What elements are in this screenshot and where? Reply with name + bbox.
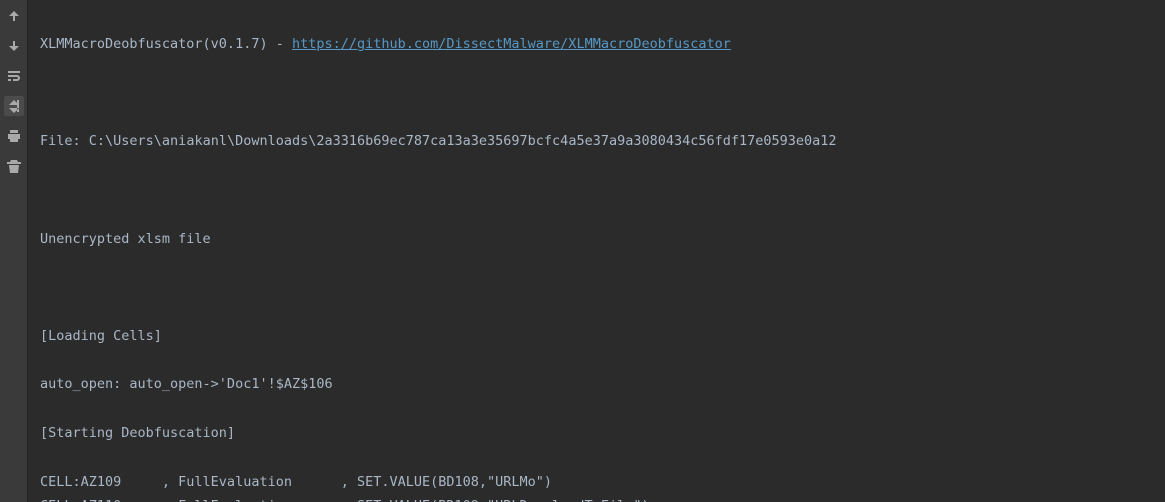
unencrypted-line: Unencrypted xlsm file <box>40 227 1153 251</box>
arrow-down-icon[interactable] <box>4 36 24 56</box>
print-icon[interactable] <box>4 126 24 146</box>
loading-line: [Loading Cells] <box>40 324 1153 348</box>
output-row: CELL:AZ110 , FullEvaluation , SET.VALUE(… <box>40 494 1153 502</box>
console-output: XLMMacroDeobfuscator(v0.1.7) - https://g… <box>28 0 1165 502</box>
blank <box>40 275 1153 299</box>
output-row: CELL:AZ109 , FullEvaluation , SET.VALUE(… <box>40 470 1153 494</box>
scroll-end-icon[interactable] <box>4 96 24 116</box>
blank <box>40 178 1153 202</box>
console-toolbar <box>0 0 28 502</box>
wrap-icon[interactable] <box>4 66 24 86</box>
autoopen-line: auto_open: auto_open->'Doc1'!$AZ$106 <box>40 372 1153 396</box>
tool-line: XLMMacroDeobfuscator(v0.1.7) - https://g… <box>40 32 1153 56</box>
file-line: File: C:\Users\aniakanl\Downloads\2a3316… <box>40 129 1153 153</box>
arrow-up-icon[interactable] <box>4 6 24 26</box>
blank <box>40 81 1153 105</box>
starting-line: [Starting Deobfuscation] <box>40 421 1153 445</box>
trash-icon[interactable] <box>4 156 24 176</box>
tool-name: XLMMacroDeobfuscator(v0.1.7) - <box>40 36 292 52</box>
repo-link[interactable]: https://github.com/DissectMalware/XLMMac… <box>292 36 731 52</box>
